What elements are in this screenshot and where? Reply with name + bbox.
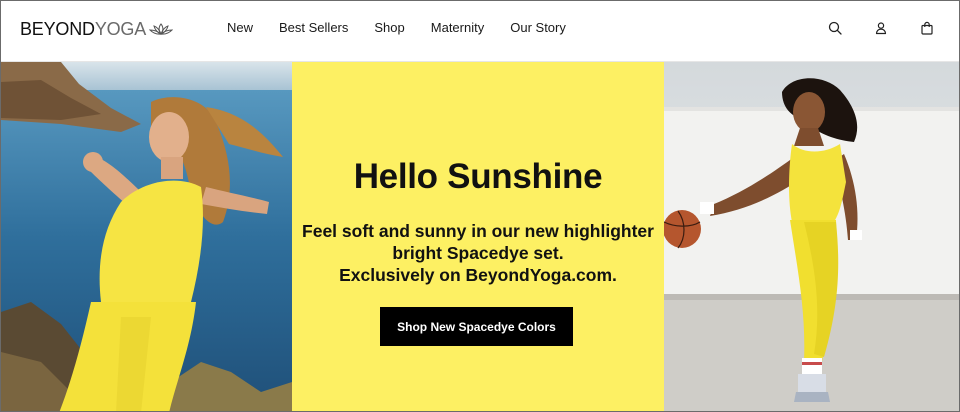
main-nav: New Best Sellers Shop Maternity Our Stor… [227,20,592,35]
nav-maternity[interactable]: Maternity [431,20,484,35]
shop-spacedye-button[interactable]: Shop New Spacedye Colors [380,307,573,346]
nav-best-sellers[interactable]: Best Sellers [279,20,348,35]
court-photo [664,62,959,411]
beach-photo [1,62,292,411]
logo-wordmark: BEYONDYOGA [20,19,146,40]
header-actions [797,20,935,36]
hero-image-left[interactable] [1,62,292,411]
shopping-bag-icon[interactable] [919,20,935,36]
account-icon[interactable] [873,20,889,36]
hero-description-line-3: Exclusively on BeyondYoga.com. [339,265,617,285]
search-icon[interactable] [827,20,843,36]
logo-word-beyond: BEYOND [20,18,95,39]
page-frame: BEYONDYOGA New Best Sellers Shop Materni… [0,0,960,412]
hero-banner: Hello Sunshine Feel soft and sunny in ou… [1,62,959,411]
logo-word-yoga: YOGA [94,18,147,39]
brand-logo[interactable]: BEYONDYOGA [20,18,174,40]
hero-image-right[interactable] [664,62,959,411]
hero-title: Hello Sunshine [353,157,603,196]
hero-description: Feel soft and sunny in our new highlight… [292,220,664,286]
hero-description-line-2: bright Spacedye set. [392,243,564,263]
hero-description-line-1: Feel soft and sunny in our new highlight… [302,221,654,241]
nav-new[interactable]: New [227,20,253,35]
lotus-icon [149,23,174,35]
hero-promo-panel: Hello Sunshine Feel soft and sunny in ou… [292,62,664,411]
nav-shop[interactable]: Shop [374,20,404,35]
nav-our-story[interactable]: Our Story [510,20,566,35]
site-header: BEYONDYOGA New Best Sellers Shop Materni… [1,1,959,62]
